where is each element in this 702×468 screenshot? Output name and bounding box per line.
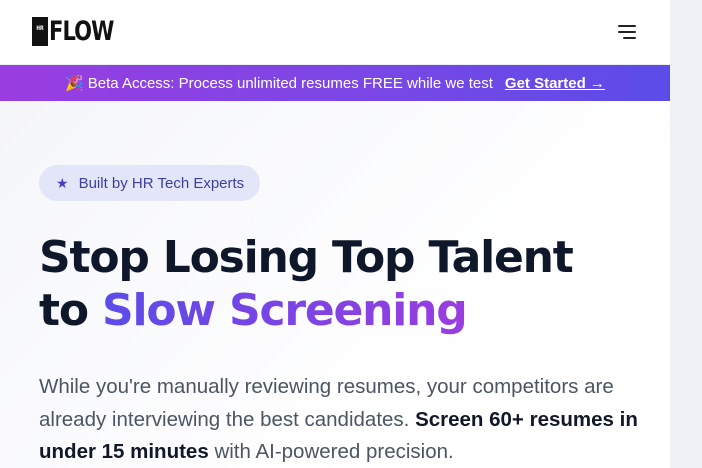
headline-line-1: Stop Losing Top Talent <box>39 232 574 283</box>
site-header: HR FLOW <box>0 0 670 65</box>
party-popper-icon: 🎉 <box>65 75 84 92</box>
hr-experts-badge: ★ Built by HR Tech Experts <box>39 165 261 201</box>
subtext-part-2: with AI-powered precision. <box>208 440 454 463</box>
logo-mark-text: HR <box>36 25 44 32</box>
beta-announcement-banner: 🎉 Beta Access: Process unlimited resumes… <box>0 65 670 101</box>
hamburger-menu-icon[interactable] <box>616 22 638 42</box>
scrollbar-gutter[interactable] <box>670 0 702 468</box>
page: HR FLOW 🎉 Beta Access: Process unlimited… <box>0 0 670 468</box>
logo-wordmark: FLOW <box>49 16 114 47</box>
star-icon: ★ <box>56 174 69 191</box>
hero-headline: Stop Losing Top Talent to Slow Screening <box>39 231 574 337</box>
headline-line-2-prefix: to <box>39 285 102 336</box>
hrflow-logo[interactable]: HR FLOW <box>32 17 132 47</box>
headline-highlight: Slow Screening <box>101 285 468 336</box>
hero-subtext: While you're manually reviewing resumes,… <box>39 371 639 468</box>
hero-section: ★ Built by HR Tech Experts Stop Losing T… <box>0 101 670 468</box>
logo-mark: HR <box>32 17 48 46</box>
get-started-link[interactable]: Get Started → <box>505 75 605 92</box>
badge-label: Built by HR Tech Experts <box>78 174 245 192</box>
banner-text: Beta Access: Process unlimited resumes F… <box>87 74 493 92</box>
